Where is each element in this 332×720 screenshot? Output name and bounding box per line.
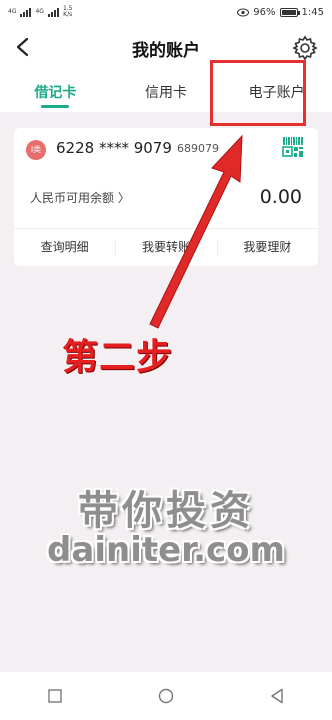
eye-icon	[237, 8, 250, 16]
account-number: 6228 **** 9079	[56, 139, 172, 157]
header: 我的账户	[0, 24, 332, 72]
account-card: I类 6228 **** 9079 689079 人民币可用余额 〉 0.00 …	[14, 128, 318, 266]
signal-icon	[47, 7, 59, 17]
system-nav-bar	[0, 672, 332, 720]
signal1-label: 4G	[8, 8, 17, 15]
clock: 1:45	[301, 6, 324, 18]
qr-code-icon[interactable]	[282, 136, 304, 158]
transfer-button[interactable]: 我要转账	[115, 229, 216, 266]
signal2-label: 4G	[35, 8, 44, 15]
account-tabs: 借记卡 信用卡 电子账户	[0, 72, 332, 112]
tab-e-account[interactable]: 电子账户	[221, 72, 332, 112]
balance-label[interactable]: 人民币可用余额 〉	[30, 189, 130, 206]
square-icon	[48, 689, 63, 703]
status-bar: 4G 4G 1.5 K/s 96% 1:45	[0, 0, 332, 24]
gear-icon[interactable]	[292, 35, 318, 61]
page-title: 我的账户	[132, 41, 200, 61]
account-suffix: 689079	[177, 142, 219, 155]
card-actions: 查询明细 我要转账 我要理财	[14, 229, 318, 266]
tab-credit-card[interactable]: 信用卡	[111, 72, 222, 112]
net-speed: 1.5 K/s	[63, 6, 73, 18]
back-button[interactable]	[247, 672, 307, 720]
battery-percent: 96%	[253, 6, 276, 18]
battery-icon	[279, 7, 300, 17]
watermark-url: dainiter.com	[47, 530, 285, 570]
net-speed-unit: K/s	[63, 11, 73, 18]
tab-debit-card[interactable]: 借记卡	[0, 72, 111, 112]
watermark-text: 带你投资	[78, 488, 254, 534]
step-annotation: 第二步	[62, 337, 174, 378]
triangle-back-icon	[270, 688, 283, 704]
query-details-button[interactable]: 查询明细	[14, 229, 115, 266]
balance-value: 0.00	[259, 186, 302, 208]
circle-icon	[158, 688, 174, 704]
status-right: 96% 1:45	[237, 7, 324, 18]
home-button[interactable]	[136, 672, 196, 720]
status-left: 4G 4G 1.5 K/s	[8, 6, 72, 18]
account-class-badge: I类	[26, 140, 46, 160]
recents-button[interactable]	[25, 672, 85, 720]
wealth-management-button[interactable]: 我要理财	[216, 229, 318, 266]
signal-icon	[20, 7, 32, 17]
